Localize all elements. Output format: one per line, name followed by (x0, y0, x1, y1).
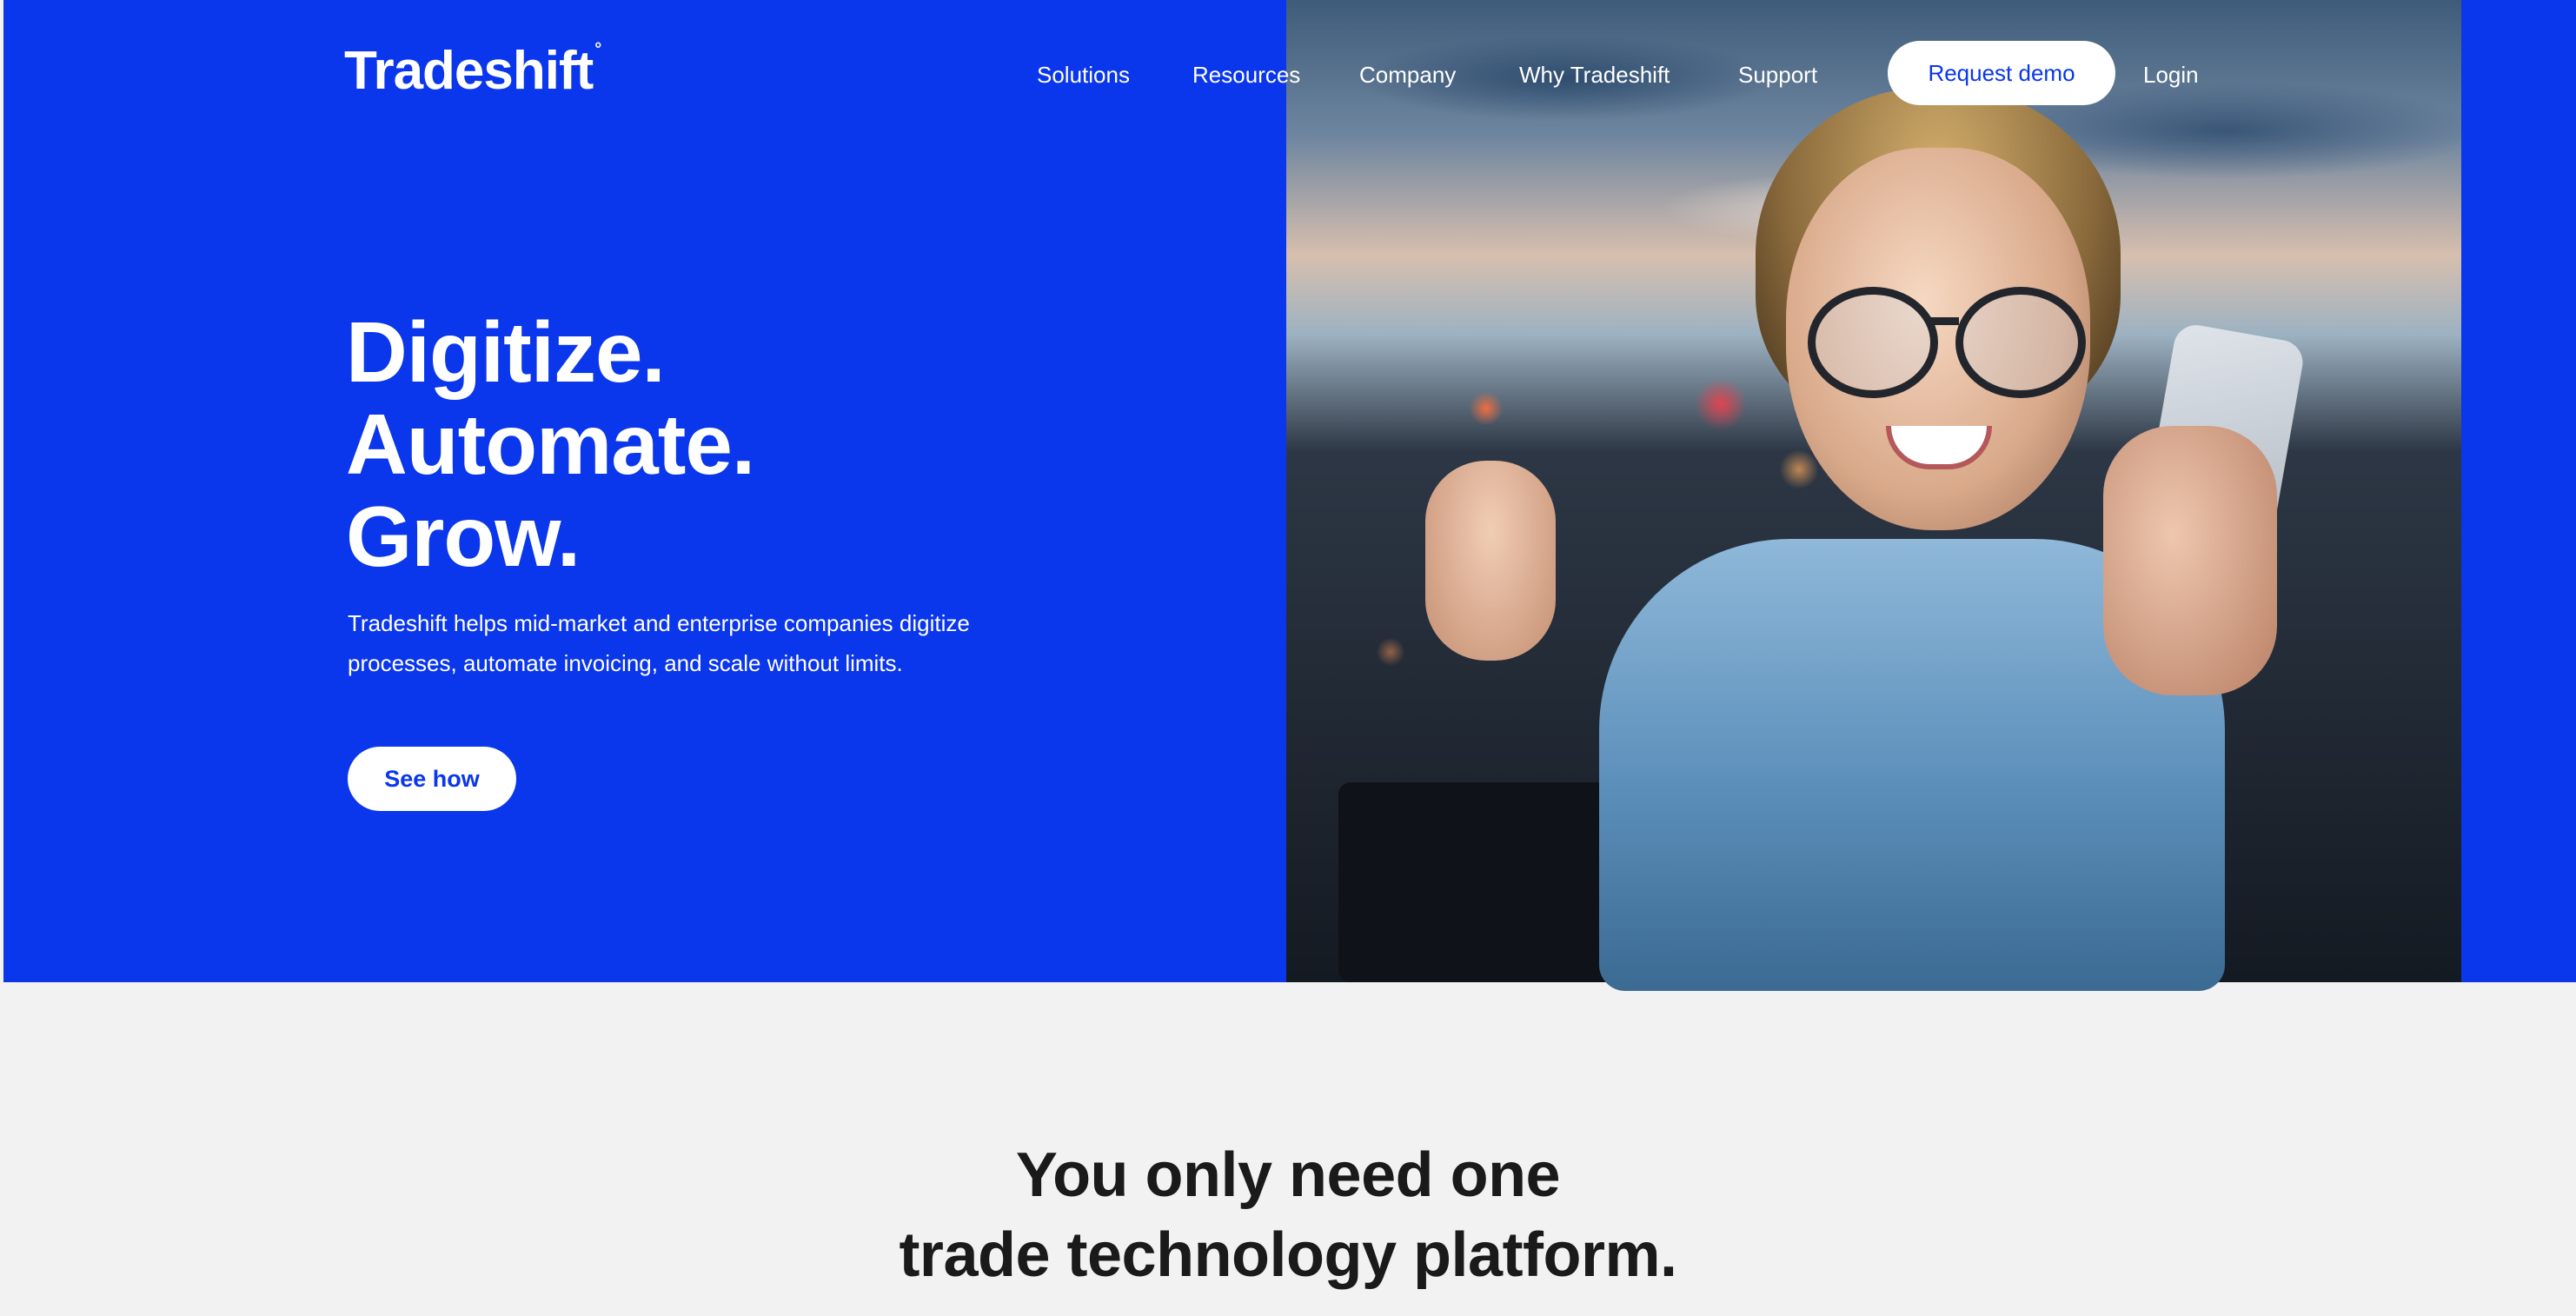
headline-line-1: Digitize. (346, 304, 666, 400)
nav-item-company[interactable]: Company (1359, 57, 1456, 92)
headline-line-3: Grow. (346, 489, 581, 584)
hand-holding-phone (2103, 426, 2277, 695)
request-demo-button[interactable]: Request demo (1888, 41, 2115, 105)
nav-item-why-tradeshift[interactable]: Why Tradeshift (1519, 57, 1670, 92)
nav-item-resources[interactable]: Resources (1192, 57, 1300, 92)
hero-subtext: Tradeshift helps mid-market and enterpri… (348, 610, 970, 676)
woman-figure (1425, 52, 2307, 991)
glasses-right-lens (1955, 287, 2086, 398)
logo-mark: ° (594, 40, 601, 59)
glasses-left-lens (1808, 287, 1938, 398)
glasses-bridge (1929, 317, 1959, 325)
see-how-button[interactable]: See how (348, 747, 516, 811)
raised-fist (1425, 461, 1556, 661)
section-title-line-2: trade technology platform. (899, 1220, 1677, 1290)
section-title: You only need one trade technology platf… (0, 1135, 2576, 1295)
section-title-line-1: You only need one (1015, 1140, 1561, 1210)
hero-headline: Digitize. Automate. Grow. (346, 304, 755, 584)
headline-line-2: Automate. (346, 396, 755, 492)
nav-item-solutions[interactable]: Solutions (1037, 57, 1130, 92)
nav-item-support[interactable]: Support (1738, 57, 1817, 92)
login-link[interactable]: Login (2143, 57, 2199, 92)
